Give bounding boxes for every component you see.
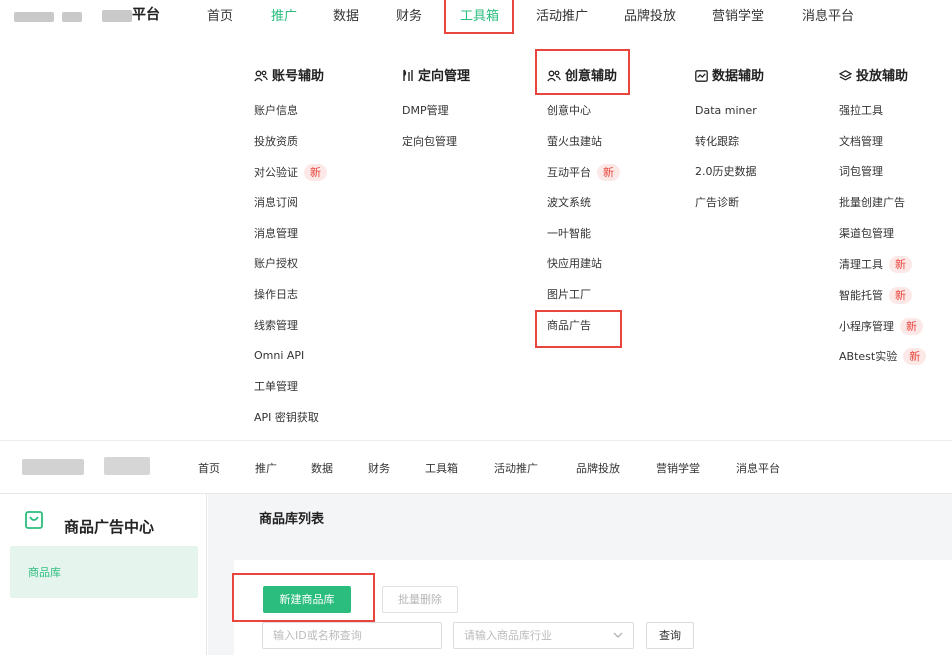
menu-item-targeting-package[interactable]: 定向包管理: [402, 134, 457, 150]
users-icon: [254, 70, 268, 82]
menu-item-dmp-management[interactable]: DMP管理: [402, 103, 449, 119]
menu-item-conversion-tracking[interactable]: 转化跟踪: [695, 134, 739, 150]
shopping-bag-icon: [25, 511, 43, 529]
brand-logo-text-blur: [104, 457, 150, 475]
query-button[interactable]: 查询: [646, 622, 694, 649]
search-input[interactable]: 输入ID或名称查询: [262, 622, 442, 649]
menu-item-api-key[interactable]: API 密钥获取: [254, 410, 319, 426]
menu-item-message-management[interactable]: 消息管理: [254, 226, 298, 242]
nav2-item-marketing-school[interactable]: 营销学堂: [656, 461, 700, 477]
menu-column-targeting: 定向管理: [402, 68, 470, 86]
nav-item-data[interactable]: 数据: [333, 8, 359, 26]
top-navigation-bar: 平台 首页 推广 数据 财务 工具箱 活动推广 品牌投放 营销学堂 消息平台: [0, 0, 952, 42]
nav2-item-message-platform[interactable]: 消息平台: [736, 461, 780, 477]
menu-item-creative-center[interactable]: 创意中心: [547, 103, 591, 119]
menu-item-document-management[interactable]: 文档管理: [839, 134, 883, 150]
nav2-item-toolbox[interactable]: 工具箱: [425, 461, 458, 477]
nav-item-promotion[interactable]: 推广: [271, 8, 297, 26]
nav2-item-finance[interactable]: 财务: [368, 461, 390, 477]
nav-item-message-platform[interactable]: 消息平台: [802, 8, 854, 26]
menu-item-omni-api[interactable]: Omni API: [254, 348, 304, 364]
menu-item-abtest[interactable]: ABtest实验新: [839, 348, 927, 365]
menu-item-corporate-verification[interactable]: 对公验证新: [254, 164, 327, 181]
menu-column-placement-assist: 投放辅助: [838, 68, 908, 86]
highlight-box-toolbox: [444, 0, 514, 34]
nav2-item-promotion[interactable]: 推广: [255, 461, 277, 477]
menu-item-cleanup-tool[interactable]: 清理工具新: [839, 256, 912, 273]
brand-logo-text-blur: [62, 12, 82, 22]
industry-select-placeholder: 请输入商品库行业: [464, 629, 552, 642]
new-badge: 新: [889, 287, 912, 304]
menu-item-legacy-data[interactable]: 2.0历史数据: [695, 164, 757, 180]
new-badge: 新: [304, 164, 327, 181]
nav2-item-data[interactable]: 数据: [311, 461, 333, 477]
nav-item-finance[interactable]: 财务: [396, 8, 422, 26]
menu-item-lead-management[interactable]: 线索管理: [254, 318, 298, 334]
brand-logo[interactable]: [14, 12, 54, 22]
menu-item-word-package[interactable]: 词包管理: [839, 164, 883, 180]
brand-logo-text-blur: [102, 10, 132, 22]
nav-item-brand-placement[interactable]: 品牌投放: [624, 8, 676, 26]
highlight-box-creative-assist: [535, 49, 630, 95]
nav-item-marketing-school[interactable]: 营销学堂: [712, 8, 764, 26]
industry-select[interactable]: 请输入商品库行业: [453, 622, 634, 649]
menu-item-batch-create-ads[interactable]: 批量创建广告: [839, 195, 905, 211]
highlight-box-create-button: [232, 573, 375, 622]
secondary-navigation-bar: 首页 推广 数据 财务 工具箱 活动推广 品牌投放 营销学堂 消息平台: [0, 440, 952, 494]
menu-item-pull-tool[interactable]: 强拉工具: [839, 103, 883, 119]
menu-column-data-assist: 数据辅助: [695, 68, 764, 86]
sidebar-title: 商品广告中心: [64, 518, 155, 536]
menu-item-firefly-site-builder[interactable]: 萤火虫建站: [547, 134, 602, 150]
menu-item-image-factory[interactable]: 图片工厂: [547, 287, 591, 303]
menu-item-ad-diagnosis[interactable]: 广告诊断: [695, 195, 739, 211]
nav2-item-home[interactable]: 首页: [198, 461, 220, 477]
nav-item-activity-promotion[interactable]: 活动推广: [536, 8, 588, 26]
menu-item-ticket-management[interactable]: 工单管理: [254, 379, 298, 395]
menu-item-interactive-platform[interactable]: 互动平台新: [547, 164, 620, 181]
highlight-box-product-ads: [535, 310, 622, 348]
brand-logo[interactable]: [22, 459, 84, 475]
sidebar-item-label: 商品库: [28, 566, 61, 579]
menu-item-account-authorization[interactable]: 账户授权: [254, 256, 298, 272]
nav-item-home[interactable]: 首页: [207, 8, 233, 26]
layers-icon: [838, 70, 853, 81]
new-badge: 新: [900, 318, 923, 335]
chevron-down-icon: [613, 632, 623, 638]
menu-item-data-miner[interactable]: Data miner: [695, 103, 757, 119]
new-badge: 新: [903, 348, 927, 365]
target-icon: [403, 69, 413, 81]
new-badge: 新: [597, 164, 620, 181]
chart-icon: [695, 70, 708, 82]
brand-name: 平台: [132, 7, 160, 23]
menu-item-message-subscription[interactable]: 消息订阅: [254, 195, 298, 211]
menu-item-yiye-smart[interactable]: 一叶智能: [547, 226, 591, 242]
menu-item-bowen-system[interactable]: 波文系统: [547, 195, 591, 211]
toolbox-mega-menu: 账号辅助 定向管理 创意辅助 数据辅助 投放辅助 账户信息 投放资质 对公验证新…: [0, 42, 952, 440]
new-badge: 新: [889, 256, 912, 273]
batch-delete-button[interactable]: 批量删除: [382, 586, 458, 613]
menu-item-quick-app-builder[interactable]: 快应用建站: [547, 256, 602, 272]
nav2-item-brand-placement[interactable]: 品牌投放: [576, 461, 620, 477]
menu-item-smart-hosting[interactable]: 智能托管新: [839, 287, 912, 304]
menu-item-operation-log[interactable]: 操作日志: [254, 287, 298, 303]
menu-item-channel-package[interactable]: 渠道包管理: [839, 226, 894, 242]
menu-column-account-assist: 账号辅助: [254, 68, 324, 86]
menu-item-placement-qualification[interactable]: 投放资质: [254, 134, 298, 150]
page-title: 商品库列表: [259, 512, 325, 527]
menu-item-mini-program[interactable]: 小程序管理新: [839, 318, 923, 335]
menu-item-account-info[interactable]: 账户信息: [254, 103, 298, 119]
nav2-item-activity-promotion[interactable]: 活动推广: [494, 461, 538, 477]
